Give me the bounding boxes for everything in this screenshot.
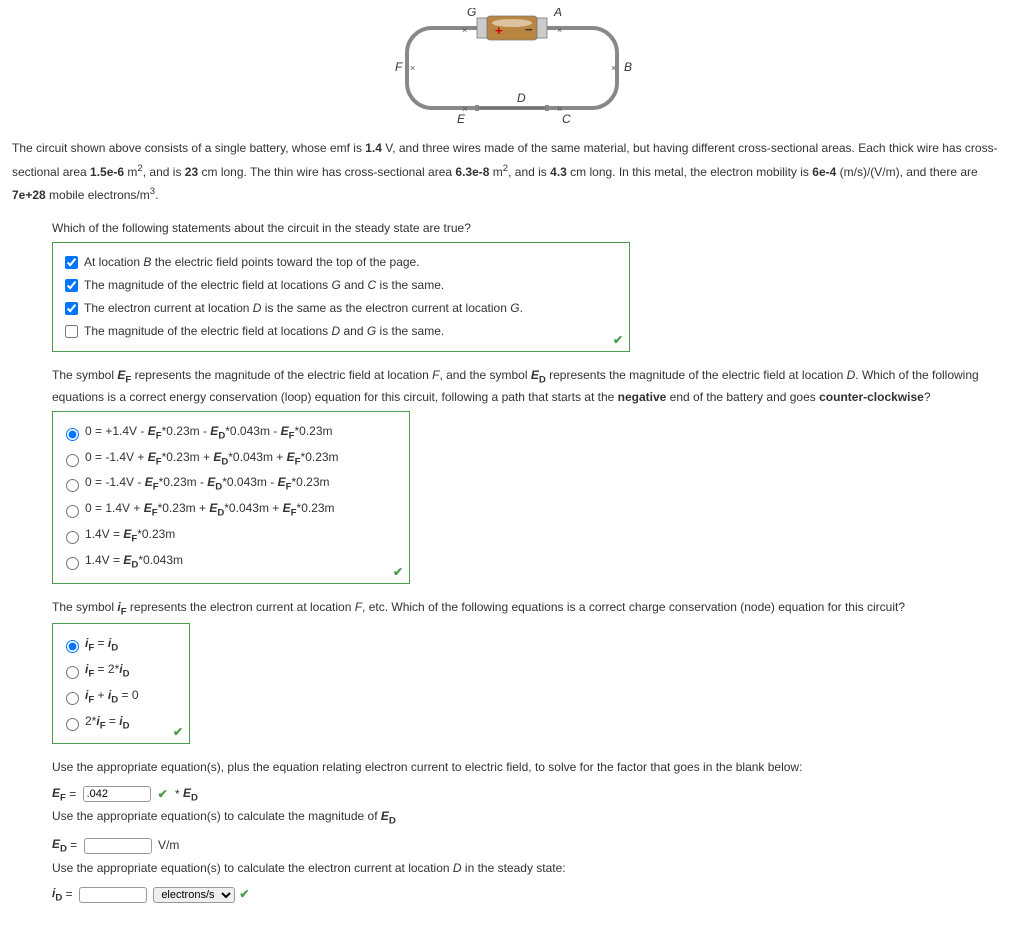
svg-text:×: × [557, 25, 562, 35]
q2-radio-5[interactable] [66, 531, 79, 544]
calc-prompt-1: Use the appropriate equation(s), plus th… [52, 758, 1012, 777]
q2-option-6[interactable]: 1.4V = ED*0.043m [61, 551, 401, 573]
q2-answer-box: 0 = +1.4V - EF*0.23m - ED*0.043m - EF*0.… [52, 411, 410, 584]
svg-text:F: F [395, 60, 403, 74]
q3-radio-1[interactable] [66, 640, 79, 653]
svg-text:C: C [562, 112, 571, 126]
svg-text:×: × [611, 63, 616, 73]
id-value-input[interactable] [79, 887, 147, 903]
question-2: The symbol EF represents the magnitude o… [52, 366, 1012, 584]
q1-option-1[interactable]: At location B the electric field points … [61, 253, 621, 272]
q1-option-4[interactable]: The magnitude of the electric field at l… [61, 322, 621, 341]
q2-option-3[interactable]: 0 = -1.4V - EF*0.23m - ED*0.043m - EF*0.… [61, 473, 401, 495]
id-unit-select[interactable]: electrons/s [153, 887, 235, 903]
check-icon: ✔ [393, 565, 403, 579]
q1-checkbox-2[interactable] [65, 279, 78, 292]
ef-factor-input[interactable] [83, 786, 151, 802]
calc-prompt-3: Use the appropriate equation(s) to calcu… [52, 859, 1012, 878]
q3-radio-2[interactable] [66, 666, 79, 679]
q2-radio-6[interactable] [66, 557, 79, 570]
svg-text:B: B [624, 60, 632, 74]
q3-radio-4[interactable] [66, 718, 79, 731]
q1-prompt: Which of the following statements about … [52, 219, 1012, 238]
svg-text:×: × [462, 104, 467, 114]
check-icon: ✔ [613, 333, 623, 347]
q3-option-1[interactable]: iF = iD [61, 634, 181, 656]
check-icon: ✔ [239, 883, 249, 906]
check-icon: ✔ [173, 725, 183, 739]
q1-checkbox-1[interactable] [65, 256, 78, 269]
q3-option-3[interactable]: iF + iD = 0 [61, 686, 181, 708]
q3-radio-3[interactable] [66, 692, 79, 705]
calc-line-ef: EF = ✔ * ED [52, 782, 1012, 808]
svg-text:E: E [457, 112, 466, 126]
q1-option-2[interactable]: The magnitude of the electric field at l… [61, 276, 621, 295]
q2-option-2[interactable]: 0 = -1.4V + EF*0.23m + ED*0.043m + EF*0.… [61, 448, 401, 470]
q1-option-3[interactable]: The electron current at location D is th… [61, 299, 621, 318]
q3-answer-box: iF = iD iF = 2*iD iF + iD = 0 2*iF = iD … [52, 623, 190, 744]
calc-prompt-2: Use the appropriate equation(s) to calcu… [52, 807, 1012, 829]
q3-option-4[interactable]: 2*iF = iD [61, 712, 181, 734]
svg-text:G: G [467, 8, 476, 19]
q2-option-5[interactable]: 1.4V = EF*0.23m [61, 525, 401, 547]
question-1: Which of the following statements about … [52, 219, 1012, 352]
check-icon: ✔ [158, 783, 168, 806]
q2-radio-3[interactable] [66, 479, 79, 492]
q2-option-1[interactable]: 0 = +1.4V - EF*0.23m - ED*0.043m - EF*0.… [61, 422, 401, 444]
q1-checkbox-3[interactable] [65, 302, 78, 315]
question-3: The symbol iF represents the electron cu… [52, 598, 1012, 745]
circuit-diagram: G A F B E D C + − × × × × × × [382, 8, 642, 128]
svg-text:×: × [410, 63, 415, 73]
svg-text:−: − [525, 22, 533, 37]
q2-radio-1[interactable] [66, 428, 79, 441]
svg-text:D: D [517, 91, 526, 105]
q2-option-4[interactable]: 0 = 1.4V + EF*0.23m + ED*0.043m + EF*0.2… [61, 499, 401, 521]
q2-prompt: The symbol EF represents the magnitude o… [52, 366, 1012, 407]
svg-text:+: + [495, 23, 503, 38]
calculation-block: Use the appropriate equation(s), plus th… [52, 758, 1012, 907]
svg-text:×: × [462, 25, 467, 35]
calc-line-id: iD = electrons/s ✔ [52, 882, 1012, 908]
problem-intro: The circuit shown above consists of a si… [12, 138, 1012, 207]
q3-option-2[interactable]: iF = 2*iD [61, 660, 181, 682]
svg-text:A: A [553, 8, 562, 19]
q2-radio-2[interactable] [66, 454, 79, 467]
q3-prompt: The symbol iF represents the electron cu… [52, 598, 1012, 620]
q1-answer-box: At location B the electric field points … [52, 242, 630, 352]
ed-value-input[interactable] [84, 838, 152, 854]
q1-checkbox-4[interactable] [65, 325, 78, 338]
svg-text:×: × [557, 104, 562, 114]
calc-line-ed: ED = V/m [52, 833, 1012, 859]
q2-radio-4[interactable] [66, 505, 79, 518]
